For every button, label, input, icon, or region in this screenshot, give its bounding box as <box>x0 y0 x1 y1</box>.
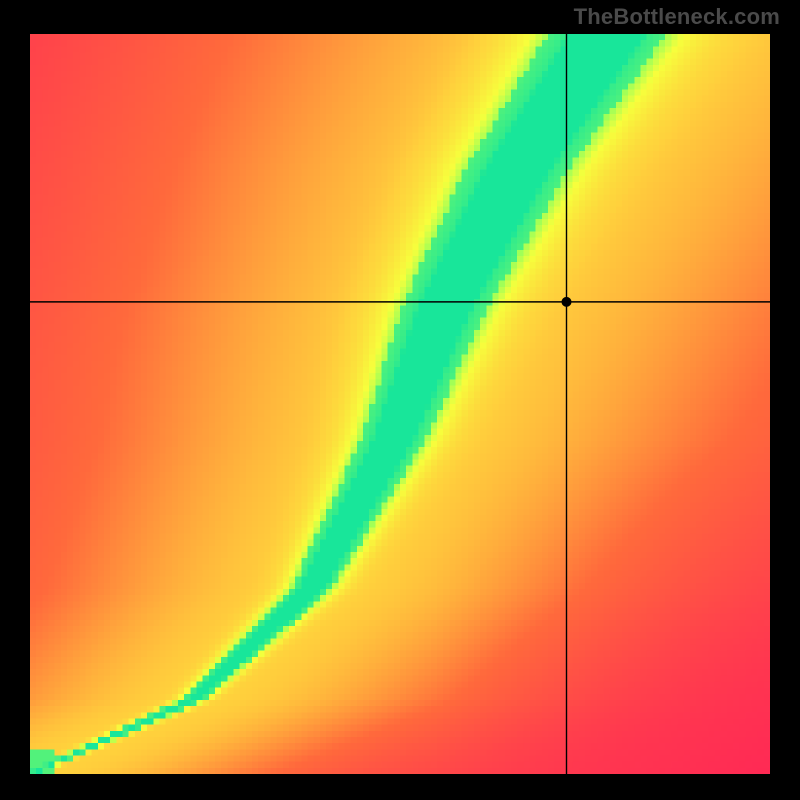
chart-frame: TheBottleneck.com <box>0 0 800 800</box>
attribution-label: TheBottleneck.com <box>574 4 780 30</box>
heatmap-canvas <box>30 34 770 774</box>
heatmap-plot <box>30 34 770 774</box>
